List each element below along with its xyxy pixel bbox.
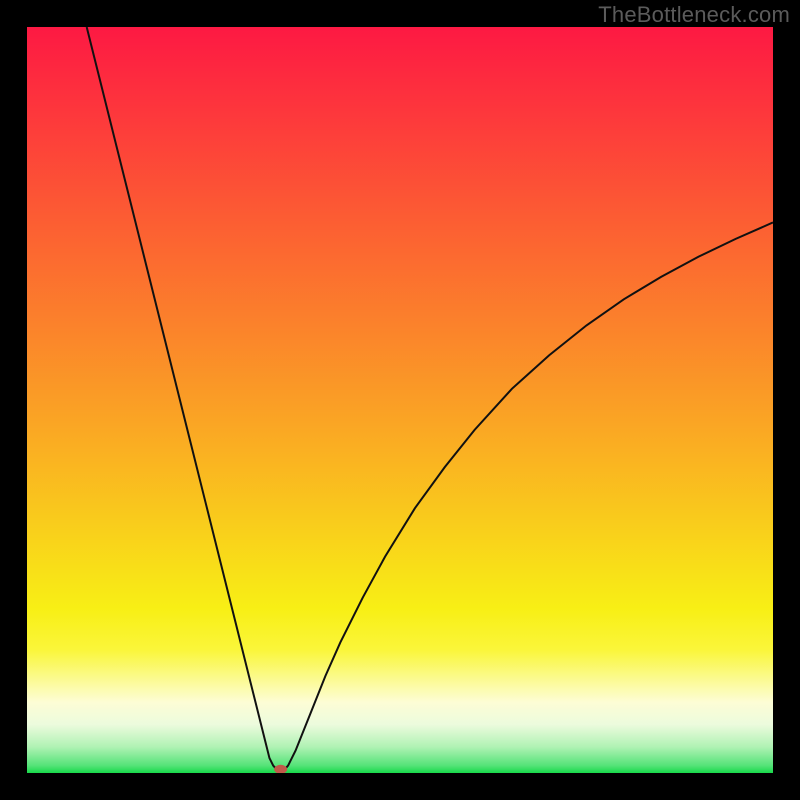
plot-svg [27, 27, 773, 773]
watermark-text: TheBottleneck.com [598, 2, 790, 28]
gradient-background [27, 27, 773, 773]
plot-area [27, 27, 773, 773]
chart-frame: TheBottleneck.com [0, 0, 800, 800]
